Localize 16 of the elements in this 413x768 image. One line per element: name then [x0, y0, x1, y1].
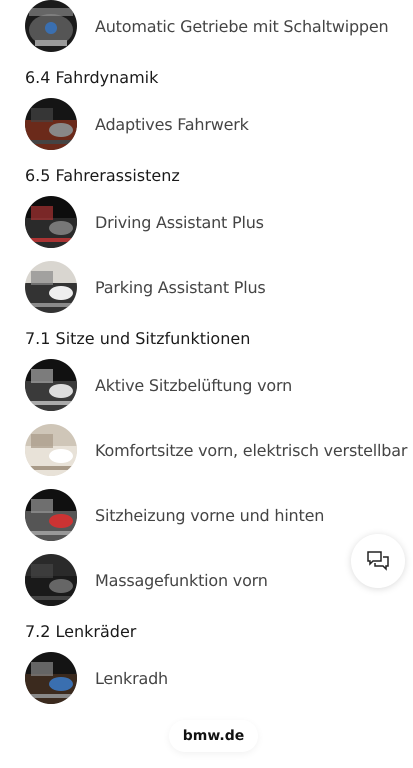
chat-icon [367, 551, 389, 571]
item-label[interactable]: Adaptives Fahrwerk [95, 114, 249, 134]
item-label[interactable]: Parking Assistant Plus [95, 278, 266, 296]
item-label[interactable]: Sitzheizung vorne und hinten [95, 506, 324, 524]
item-label[interactable]: Massagefunktion vorn [95, 570, 268, 590]
item-label[interactable]: Driving Assistant Plus [95, 212, 264, 232]
site-badge[interactable]: bmw.de [169, 720, 258, 752]
item-label[interactable]: Aktive Sitzbelüftung vorn [95, 376, 292, 394]
section-heading: 6.4 Fahrdynamik [25, 67, 160, 89]
item-label[interactable]: Lenkradh [95, 668, 168, 688]
section-heading: 6.5 Fahrerassistenz [25, 165, 181, 187]
chat-button[interactable] [351, 534, 405, 588]
section-heading: 7.1 Sitze und Sitzfunktionen [25, 328, 252, 350]
section-heading: 7.2 Lenkräder [25, 621, 138, 643]
item-label[interactable]: Automatic Getriebe mit Schaltwippen [95, 16, 388, 36]
item-label[interactable]: Komfortsitze vorn, elektrisch verstellbar [95, 440, 408, 460]
